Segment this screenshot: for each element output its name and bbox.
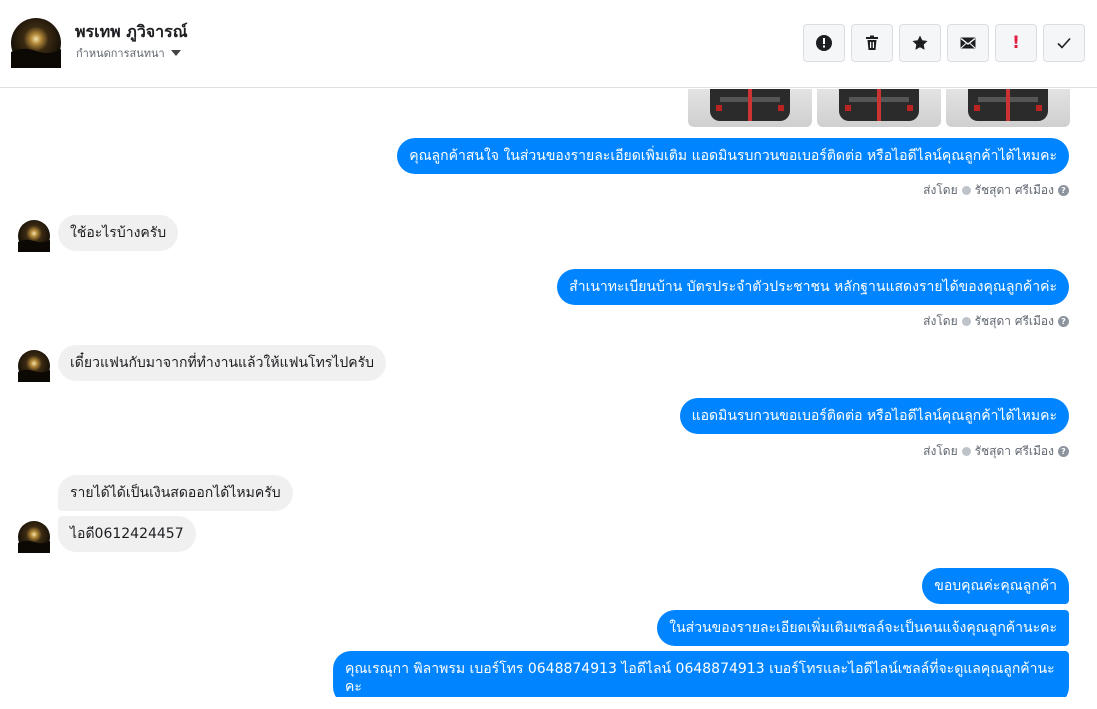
outgoing-message[interactable]: สำเนาทะเบียนบ้าน บัตรประจำตัวประชาชน หลั… [557,269,1069,305]
star-button[interactable] [899,24,941,62]
agent-avatar-icon [961,317,971,326]
incoming-message[interactable]: ไอดี0612424457 [58,516,196,552]
conversation-toolbar: ! [803,24,1085,62]
van-photo[interactable] [688,89,812,127]
contact-avatar-small[interactable] [18,220,50,252]
trash-icon [866,35,878,50]
message-thread[interactable]: คุณลูกค้าสนใจ ในส่วนของรายละเอียดเพิ่มเต… [0,89,1097,697]
schedule-label: กำหนดการสนทนา [76,47,165,60]
help-icon[interactable]: ? [1058,316,1069,327]
check-icon [1057,37,1071,49]
sent-by-info: ส่งโดย รัชสุดา ศรีเมือง ? [923,312,1069,331]
report-spam-button[interactable] [803,24,845,62]
agent-avatar-icon [961,186,971,195]
sent-by-prefix: ส่งโดย [923,314,958,328]
van-photo[interactable] [817,89,941,127]
sent-by-prefix: ส่งโดย [923,183,958,197]
van-photo[interactable] [946,89,1070,127]
mark-unread-button[interactable] [947,24,989,62]
sent-by-agent[interactable]: รัชสุดา ศรีเมือง [975,181,1054,200]
star-icon [912,35,928,50]
incoming-message[interactable]: รายได้ได้เป็นเงินสดออกได้ไหมครับ [58,475,293,511]
sent-by-agent[interactable]: รัชสุดา ศรีเมือง [975,442,1054,461]
contact-avatar[interactable] [11,18,61,68]
outgoing-message[interactable]: ในส่วนของรายละเอียดเพิ่มเติมเซลล์จะเป็นค… [657,610,1069,646]
outgoing-message[interactable]: ขอบคุณค่ะคุณลูกค้า [922,568,1069,604]
alert-circle-icon [816,35,832,51]
conversation-header: พรเทพ ภูวิจารณ์ กำหนดการสนทนา ! [0,0,1097,88]
envelope-icon [960,37,976,49]
sent-by-prefix: ส่งโดย [923,444,958,458]
outgoing-message[interactable]: แอดมินรบกวนขอเบอร์ติดต่อ หรือไอดีไลน์คุณ… [679,398,1069,434]
contact-avatar-small[interactable] [18,521,50,553]
exclamation-icon: ! [1012,33,1020,53]
incoming-message[interactable]: เดี๋ยวแฟนกับมาจากที่ทำงานแล้วให้แฟนโทรไป… [58,345,387,381]
contact-avatar-small[interactable] [18,350,50,382]
outgoing-message[interactable]: คุณเรณุกา พิลาพรม เบอร์โทร 0648874913 ไอ… [333,651,1069,697]
sent-by-info: ส่งโดย รัชสุดา ศรีเมือง ? [923,442,1069,461]
contact-name: พรเทพ ภูวิจารณ์ [75,22,188,41]
outgoing-message[interactable]: คุณลูกค้าสนใจ ในส่วนของรายละเอียดเพิ่มเต… [397,138,1069,174]
mark-important-button[interactable]: ! [995,24,1037,62]
help-icon[interactable]: ? [1058,185,1069,196]
help-icon[interactable]: ? [1058,446,1069,457]
agent-avatar-icon [961,447,971,456]
sent-by-info: ส่งโดย รัชสุดา ศรีเมือง ? [923,181,1069,200]
conversation-schedule-dropdown[interactable]: กำหนดการสนทนา [76,44,181,62]
mark-done-button[interactable] [1043,24,1085,62]
delete-button[interactable] [851,24,893,62]
sent-by-agent[interactable]: รัชสุดา ศรีเมือง [975,312,1054,331]
caret-down-icon [170,50,181,56]
photo-attachments [688,89,1070,127]
incoming-message[interactable]: ใช้อะไรบ้างครับ [58,215,179,251]
